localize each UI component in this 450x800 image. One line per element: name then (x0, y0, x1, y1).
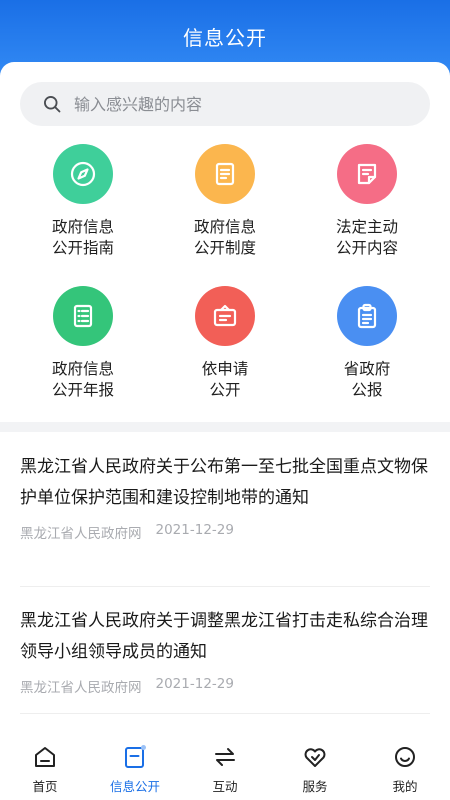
document-icon (195, 144, 255, 204)
grid-item-label: 政府信息 公开指南 (51, 218, 114, 257)
clipboard-icon (337, 286, 397, 346)
info-disclosure-icon (125, 745, 146, 768)
search-input[interactable] (74, 94, 394, 114)
news-title[interactable]: 黑龙江省人民政府关于调整黑龙江省打击走私综合治理领导小组领导成员的通知 (20, 606, 430, 668)
news-source: 黑龙江省人民政府网 (20, 526, 142, 542)
grid-item-annual-report[interactable]: 政府信息 公开年报 (13, 286, 153, 401)
note-icon (337, 144, 397, 204)
tab-label: 互动 (212, 779, 238, 794)
tab-service[interactable]: 服务 (275, 744, 355, 795)
search-bar[interactable] (20, 82, 430, 126)
grid-item-label: 省政府 公报 (343, 360, 391, 399)
tab-label: 我的 (392, 779, 418, 794)
profile-icon (395, 747, 415, 767)
news-meta: 黑龙江省人民政府网 2021-12-29 (20, 676, 430, 696)
interaction-icon (215, 748, 235, 766)
heart-icon (304, 748, 326, 767)
grid-item-disclosure-system[interactable]: 政府信息 公开制度 (155, 144, 295, 259)
list-item[interactable]: 黑龙江省人民政府关于调整黑龙江省打击走私综合治理领导小组领导成员的通知 黑龙江省… (20, 606, 430, 714)
grid-item-provincial-gazette[interactable]: 省政府 公报 (297, 286, 437, 401)
news-source: 黑龙江省人民政府网 (20, 680, 142, 696)
news-date: 2021-12-29 (155, 676, 234, 692)
inbox-icon (195, 286, 255, 346)
grid-item-disclosure-guide[interactable]: 政府信息 公开指南 (13, 144, 153, 259)
grid-item-label: 政府信息 公开制度 (193, 218, 256, 257)
grid-item-label: 依申请 公开 (201, 360, 249, 399)
bottom-tab-bar: 首页 信息公开 互动 服务 我的 (0, 738, 450, 800)
page-title: 信息公开 (183, 26, 267, 50)
search-icon (44, 96, 61, 113)
list-icon (53, 286, 113, 346)
tab-label: 首页 (32, 779, 58, 794)
grid-item-application-disclosure[interactable]: 依申请 公开 (155, 286, 295, 401)
tab-info-disclosure[interactable]: 信息公开 (95, 744, 175, 795)
grid-item-label: 政府信息 公开年报 (51, 360, 114, 399)
news-date: 2021-12-29 (155, 522, 234, 538)
compass-icon (53, 144, 113, 204)
grid-item-label: 法定主动 公开内容 (335, 218, 398, 257)
news-title[interactable]: 黑龙江省人民政府关于公布第一至七批全国重点文物保护单位保护范围和建设控制地带的通… (20, 452, 430, 514)
home-icon (35, 747, 55, 767)
news-meta: 黑龙江省人民政府网 2021-12-29 (20, 522, 430, 542)
tab-interaction[interactable]: 互动 (185, 744, 265, 795)
tab-label: 服务 (302, 779, 328, 794)
grid-item-statutory-content[interactable]: 法定主动 公开内容 (297, 144, 437, 259)
list-item[interactable]: 黑龙江省人民政府关于公布第一至七批全国重点文物保护单位保护范围和建设控制地带的通… (20, 452, 430, 587)
main-card: 政府信息 公开指南 政府信息 公开制度 法定主动 公开内容 (0, 62, 450, 422)
tab-home[interactable]: 首页 (5, 744, 85, 795)
section-divider (0, 422, 450, 432)
tab-profile[interactable]: 我的 (365, 744, 445, 795)
tab-label: 信息公开 (109, 779, 160, 794)
